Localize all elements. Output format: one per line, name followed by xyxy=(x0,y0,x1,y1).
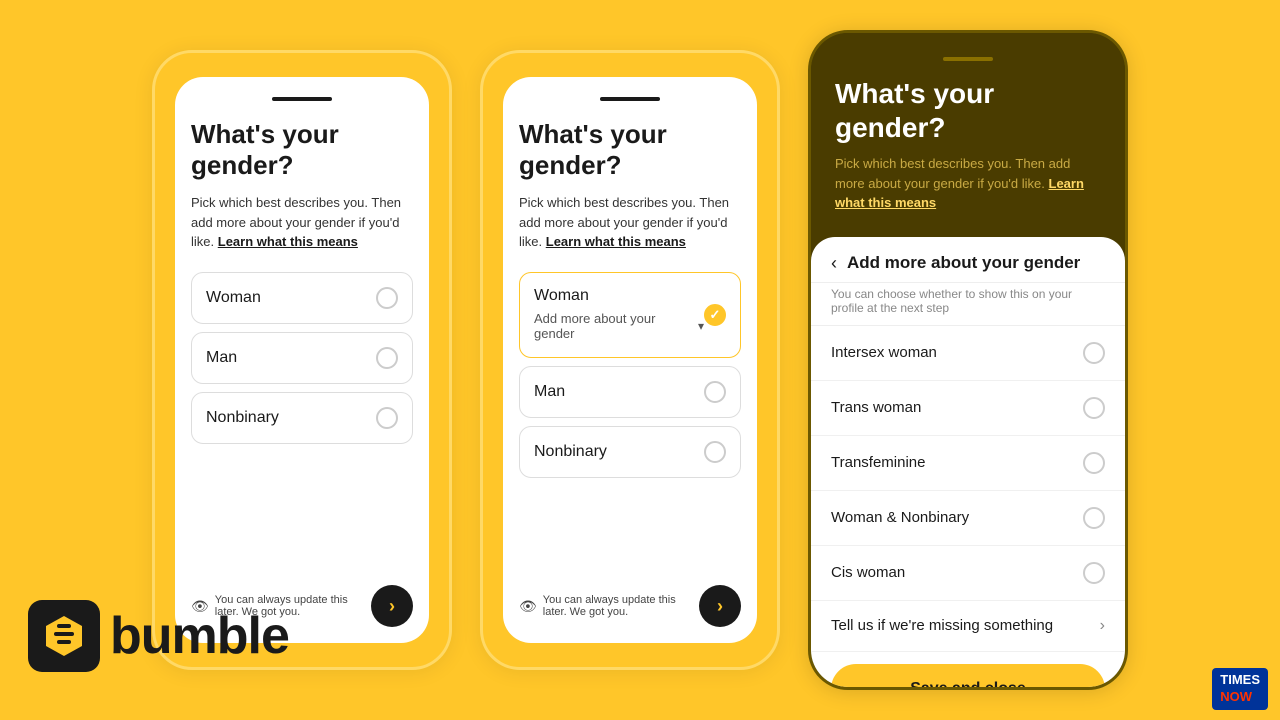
radio-nonbinary-1 xyxy=(376,407,398,429)
radio-intersex-woman xyxy=(1083,342,1105,364)
bumble-logo: bumble xyxy=(28,600,289,672)
chevron-down-icon: ▾ xyxy=(698,319,704,333)
save-and-close-button[interactable]: Save and close xyxy=(831,664,1105,690)
option-man-1[interactable]: Man xyxy=(191,332,413,384)
radio-woman-2 xyxy=(704,304,726,326)
radio-cis-woman xyxy=(1083,562,1105,584)
add-more-subtitle: You can choose whether to show this on y… xyxy=(811,283,1125,326)
add-more-header: ‹ Add more about your gender xyxy=(811,237,1125,283)
radio-woman-nonbinary xyxy=(1083,507,1105,529)
dark-header: What's your gender? Pick which best desc… xyxy=(811,33,1125,229)
option-man-2[interactable]: Man xyxy=(519,366,741,418)
next-button-2[interactable]: › xyxy=(699,585,741,627)
radio-man-2 xyxy=(704,381,726,403)
learn-link-2[interactable]: Learn what this means xyxy=(546,234,686,249)
option-transfeminine[interactable]: Transfeminine xyxy=(811,436,1125,491)
bumble-icon xyxy=(28,600,100,672)
phone-inner-1: What's your gender? Pick which best desc… xyxy=(175,77,429,643)
option-woman-1[interactable]: Woman xyxy=(191,272,413,324)
option-woman-2[interactable]: Woman Add more about your gender ▾ xyxy=(519,272,741,358)
next-button-1[interactable]: › xyxy=(371,585,413,627)
arrow-right-icon: › xyxy=(1100,617,1105,635)
learn-link-1[interactable]: Learn what this means xyxy=(218,234,358,249)
eye-icon-2: 👁 xyxy=(519,598,537,615)
top-bar-1 xyxy=(272,97,332,101)
radio-nonbinary-2 xyxy=(704,441,726,463)
question-desc-3: Pick which best describes you. Then add … xyxy=(835,154,1101,213)
radio-woman-1 xyxy=(376,287,398,309)
footer-text-2: 👁 You can always update this later. We g… xyxy=(519,594,699,618)
option-nonbinary-2[interactable]: Nonbinary xyxy=(519,426,741,478)
radio-man-1 xyxy=(376,347,398,369)
phone-card-3: What's your gender? Pick which best desc… xyxy=(808,30,1128,690)
add-more-title: Add more about your gender xyxy=(847,253,1080,273)
option-missing-something[interactable]: Tell us if we're missing something › xyxy=(811,601,1125,652)
option-intersex-woman[interactable]: Intersex woman xyxy=(811,326,1125,381)
radio-trans-woman xyxy=(1083,397,1105,419)
question-desc-2: Pick which best describes you. Then add … xyxy=(519,193,741,252)
phone-inner-2: What's your gender? Pick which best desc… xyxy=(503,77,757,643)
radio-transfeminine xyxy=(1083,452,1105,474)
gender-sub-options: Intersex woman Trans woman Transfeminine… xyxy=(811,326,1125,652)
question-title-1: What's your gender? xyxy=(191,119,413,181)
phone-card-1: What's your gender? Pick which best desc… xyxy=(152,50,452,670)
question-title-2: What's your gender? xyxy=(519,119,741,181)
phone-card-2: What's your gender? Pick which best desc… xyxy=(480,50,780,670)
question-title-3: What's your gender? xyxy=(835,77,1101,144)
top-bar-3 xyxy=(943,57,993,61)
question-desc-1: Pick which best describes you. Then add … xyxy=(191,193,413,252)
footer-bar-2: 👁 You can always update this later. We g… xyxy=(519,575,741,627)
option-woman-nonbinary[interactable]: Woman & Nonbinary xyxy=(811,491,1125,546)
option-nonbinary-1[interactable]: Nonbinary xyxy=(191,392,413,444)
option-trans-woman[interactable]: Trans woman xyxy=(811,381,1125,436)
times-now-badge: TIMES NOW xyxy=(1212,668,1268,710)
gender-options-1: Woman Man Nonbinary xyxy=(191,272,413,561)
top-bar-2 xyxy=(600,97,660,101)
gender-options-2: Woman Add more about your gender ▾ Man N… xyxy=(519,272,741,561)
add-more-row[interactable]: Add more about your gender ▾ xyxy=(534,305,704,343)
bumble-text: bumble xyxy=(110,606,289,666)
dark-panel: ‹ Add more about your gender You can cho… xyxy=(811,237,1125,690)
option-cis-woman[interactable]: Cis woman xyxy=(811,546,1125,601)
back-arrow-icon[interactable]: ‹ xyxy=(831,253,837,274)
